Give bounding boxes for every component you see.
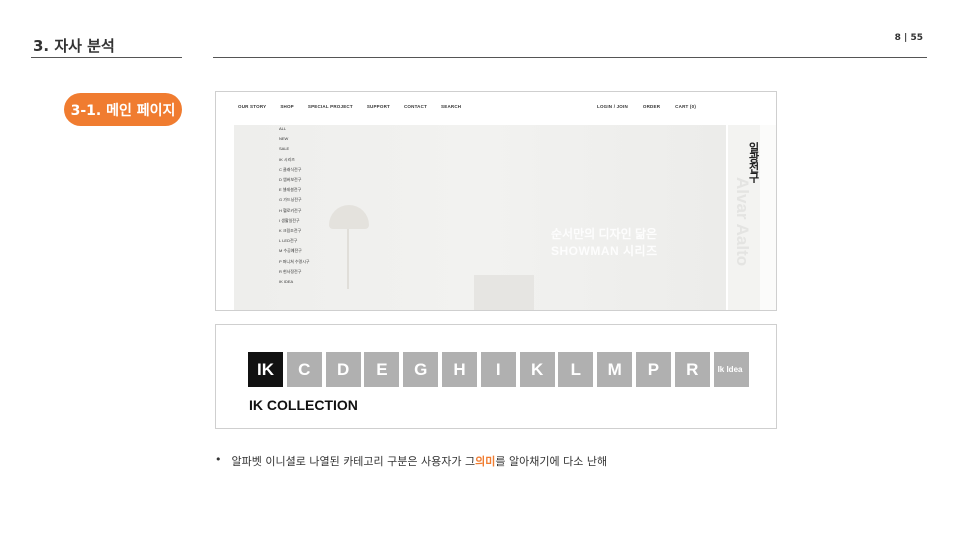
dropdown-item[interactable]: D 엠버보전구 bbox=[279, 175, 339, 185]
side-strip bbox=[760, 125, 776, 310]
tile-ik-idea[interactable]: Ik Idea bbox=[713, 352, 749, 387]
tile-m[interactable]: M bbox=[597, 352, 633, 387]
tile-k[interactable]: K bbox=[519, 352, 555, 387]
bullet-text-before: 알파벳 이니셜로 나열된 카테고리 구분은 사용자가 그 bbox=[231, 455, 476, 468]
dropdown-item[interactable]: IK 시리즈 bbox=[279, 155, 339, 165]
bullet-dot: • bbox=[215, 453, 222, 466]
tile-i[interactable]: I bbox=[480, 352, 516, 387]
dropdown-item[interactable]: IK IDEA bbox=[279, 277, 339, 287]
nav-left-group: OUR STORY SHOP SPECIAL PROJECT SUPPORT C… bbox=[238, 104, 475, 109]
bullet-text-after: 를 알아채기에 다소 난해 bbox=[495, 455, 608, 468]
top-navigation: OUR STORY SHOP SPECIAL PROJECT SUPPORT C… bbox=[216, 92, 776, 122]
dropdown-item[interactable]: L LED전구 bbox=[279, 236, 339, 246]
tile-e[interactable]: E bbox=[364, 352, 400, 387]
dropdown-item[interactable]: R 현사정전구 bbox=[279, 267, 339, 277]
dropdown-item[interactable]: M 수공예전구 bbox=[279, 246, 339, 256]
nav-our-story[interactable]: OUR STORY bbox=[238, 104, 266, 109]
tile-h[interactable]: H bbox=[441, 352, 477, 387]
hero-headline-2: SHOWMAN 시리즈 bbox=[551, 244, 658, 258]
nav-support[interactable]: SUPPORT bbox=[367, 104, 390, 109]
dropdown-item[interactable]: I 생활일전구 bbox=[279, 216, 339, 226]
bullet-note: • 알파벳 이니셜로 나열된 카테고리 구분은 사용자가 그 의미 를 알아채기… bbox=[215, 453, 607, 469]
side-ghost-text: Alvar Aalto bbox=[733, 177, 752, 267]
divider-left bbox=[31, 57, 182, 58]
dropdown-item[interactable]: K 크림조전구 bbox=[279, 226, 339, 236]
nav-order[interactable]: ORDER bbox=[643, 104, 660, 109]
nav-cart[interactable]: CART (0) bbox=[675, 104, 696, 109]
tile-d[interactable]: D bbox=[325, 352, 361, 387]
tile-r[interactable]: R bbox=[674, 352, 710, 387]
nav-contact[interactable]: CONTACT bbox=[404, 104, 427, 109]
divider-right bbox=[213, 57, 927, 58]
nav-special-project[interactable]: SPECIAL PROJECT bbox=[308, 104, 353, 109]
dropdown-item[interactable]: P 퍼니쳐 수명시구 bbox=[279, 257, 339, 267]
dropdown-item[interactable]: SALE bbox=[279, 144, 339, 154]
tile-p[interactable]: P bbox=[635, 352, 671, 387]
dropdown-item[interactable]: E 셀레셜전구 bbox=[279, 185, 339, 195]
collection-label: IK COLLECTION bbox=[249, 397, 358, 413]
tile-c[interactable]: C bbox=[286, 352, 322, 387]
nav-right-group: LOGIN / JOIN ORDER CART (0) bbox=[597, 104, 711, 109]
hero-headline-1: 순서만의 디자인 닮은 bbox=[551, 227, 658, 241]
dropdown-item[interactable]: ALL bbox=[279, 124, 339, 134]
section-label-pill: 3-1. 메인 페이지 bbox=[64, 93, 182, 126]
shop-dropdown-menu: ALL NEW SALE IK 시리즈 C 클래식전구 D 엠버보전구 E 셀레… bbox=[279, 124, 339, 287]
side-brand-vertical: 일광전구 bbox=[747, 142, 760, 182]
dropdown-item[interactable]: H 헬로키전구 bbox=[279, 206, 339, 216]
dropdown-item[interactable]: NEW bbox=[279, 134, 339, 144]
collection-screenshot: IK C D E G H I K L M P R Ik Idea IK COLL… bbox=[215, 324, 777, 429]
page-number: 8 | 55 bbox=[894, 33, 923, 43]
nav-search[interactable]: SEARCH bbox=[441, 104, 461, 109]
section-title: 3. 자사 분석 bbox=[33, 37, 115, 55]
nav-login-join[interactable]: LOGIN / JOIN bbox=[597, 104, 628, 109]
collection-tiles: IK C D E G H I K L M P R Ik Idea bbox=[248, 352, 752, 387]
lamp-pole-image bbox=[347, 229, 349, 289]
dropdown-item[interactable]: G 가드닝전구 bbox=[279, 195, 339, 205]
main-page-screenshot: OUR STORY SHOP SPECIAL PROJECT SUPPORT C… bbox=[215, 91, 777, 311]
tile-l[interactable]: L bbox=[558, 352, 594, 387]
tile-ik-logo[interactable]: IK bbox=[248, 352, 283, 387]
nav-shop[interactable]: SHOP bbox=[280, 104, 294, 109]
tile-g[interactable]: G bbox=[403, 352, 439, 387]
dropdown-item[interactable]: C 클래식전구 bbox=[279, 165, 339, 175]
bullet-highlight: 의미 bbox=[475, 455, 496, 468]
furniture-image bbox=[474, 275, 534, 310]
